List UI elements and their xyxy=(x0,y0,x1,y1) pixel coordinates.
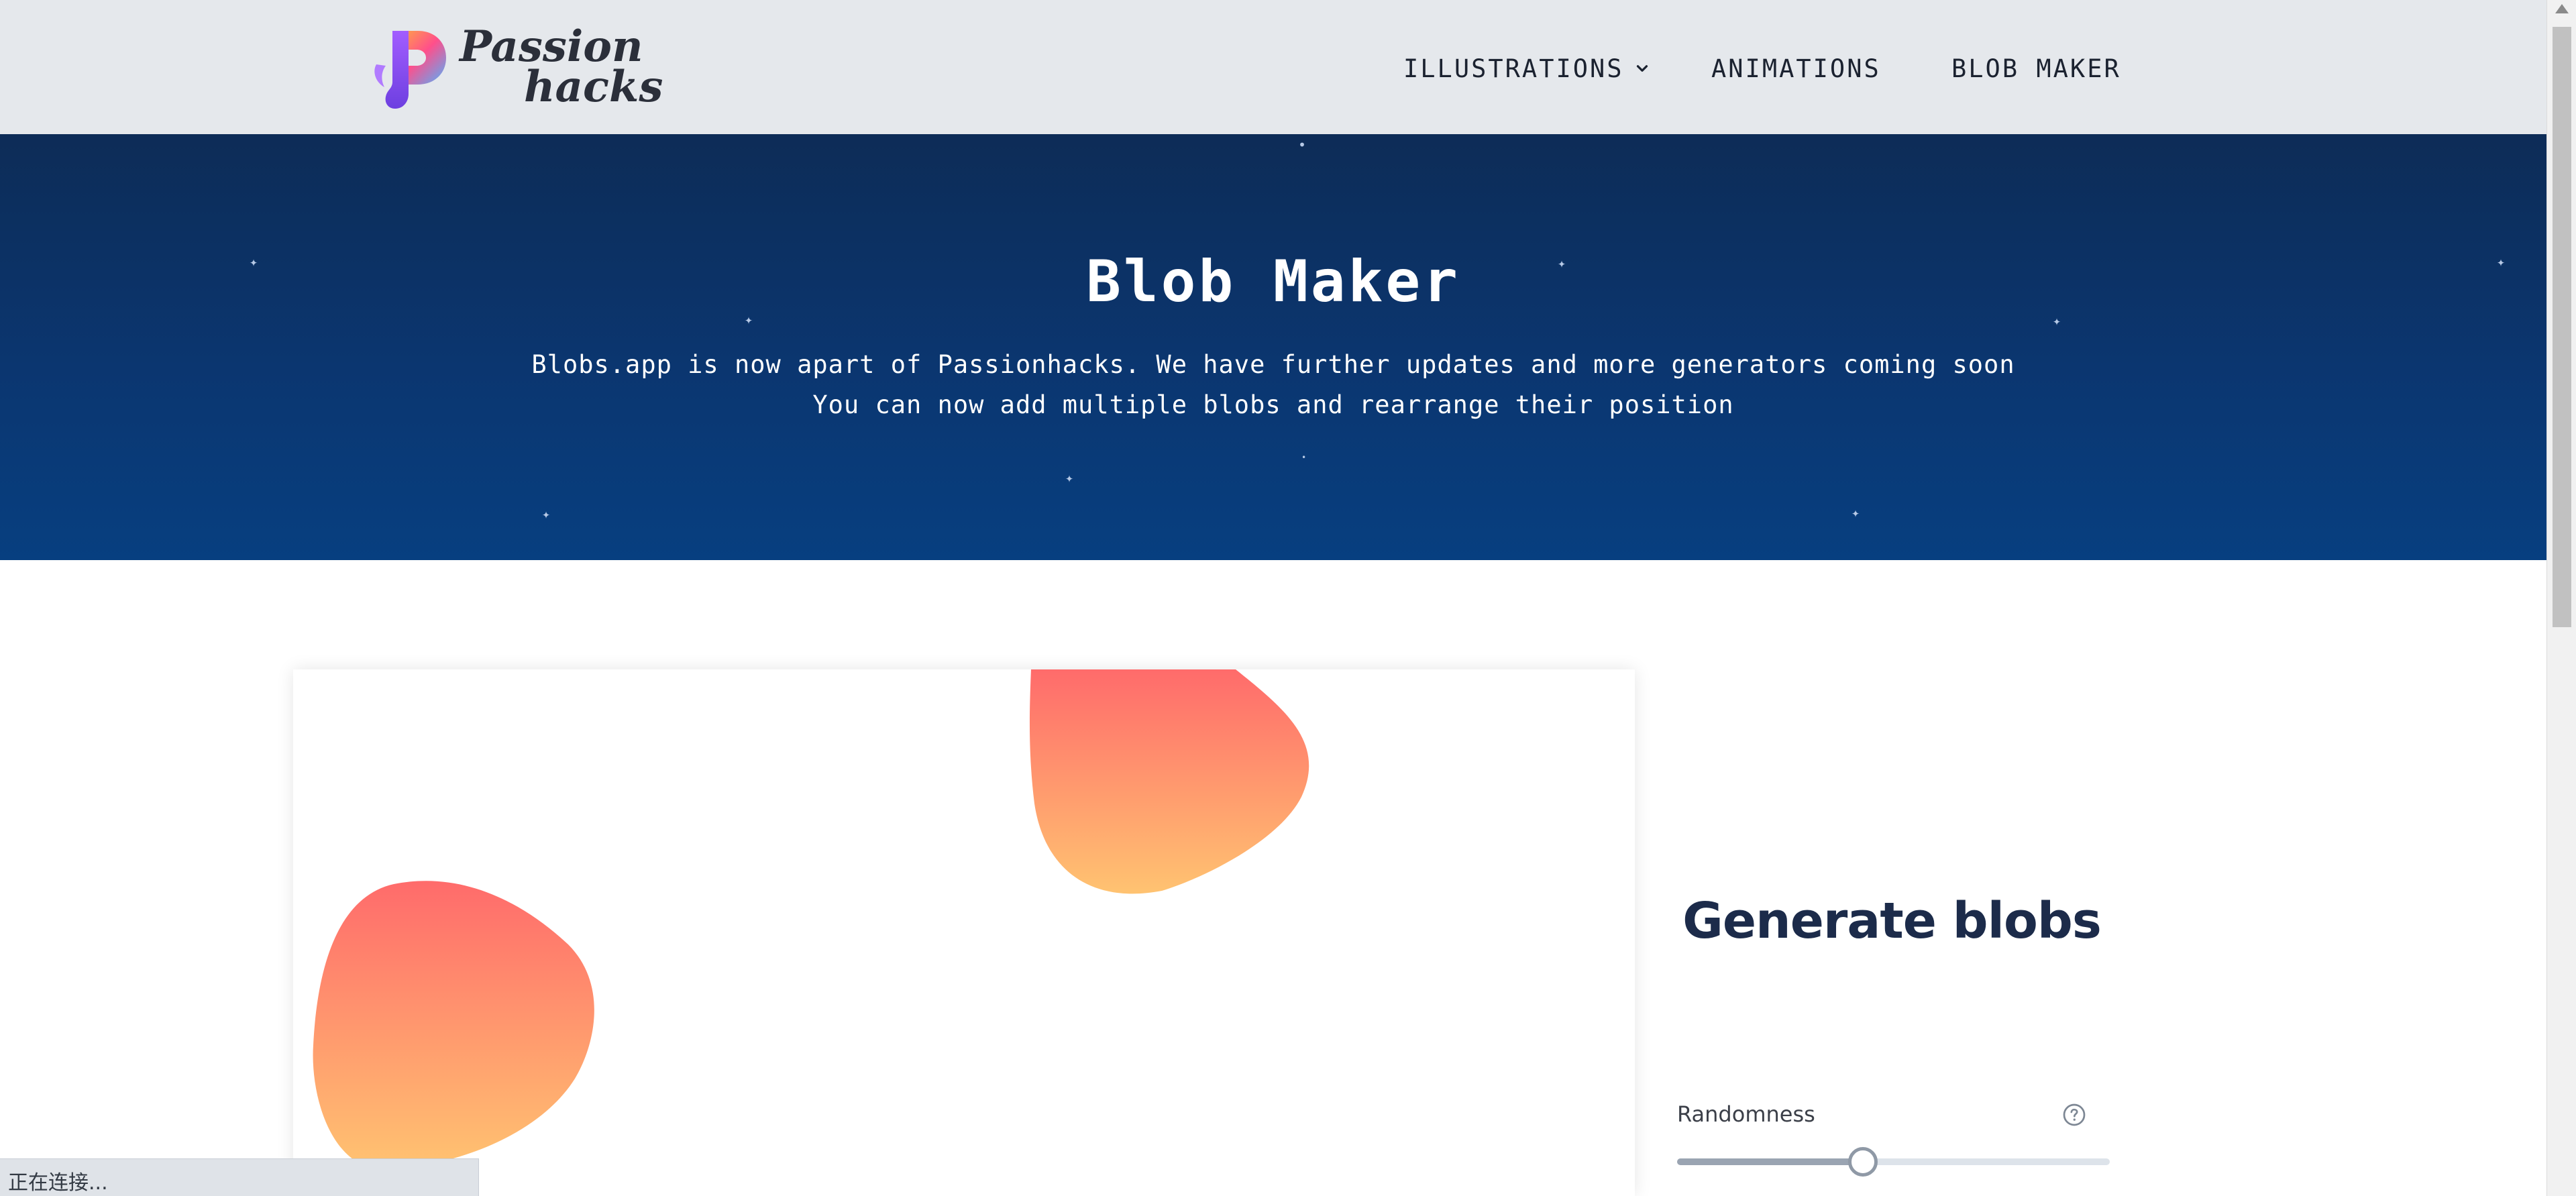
passionhacks-logo-icon[interactable] xyxy=(366,25,453,113)
site-header: Passion hacks ILLUSTRATIONS ANIMATIONS B… xyxy=(0,0,2546,134)
hero-subtitle-line-2: You can now add multiple blobs and rearr… xyxy=(812,390,1734,419)
blob-canvas[interactable] xyxy=(293,669,1635,1196)
hero-subtitle-line-1: Blobs.app is now apart of Passionhacks. … xyxy=(531,350,2015,379)
scroll-up-arrow-icon[interactable] xyxy=(2555,4,2569,13)
logo-wordmark[interactable]: Passion hacks xyxy=(460,23,663,117)
page-title: Blob Maker xyxy=(1086,248,1460,315)
browser-status-bar: 正在连接... xyxy=(0,1158,479,1196)
nav-blob-maker[interactable]: BLOB MAKER xyxy=(1951,52,2121,85)
nav-blob-maker-label: BLOB MAKER xyxy=(1951,54,2121,83)
nav-animations[interactable]: ANIMATIONS xyxy=(1711,52,1881,85)
nav-animations-label: ANIMATIONS xyxy=(1711,54,1881,83)
page-scrollbar[interactable] xyxy=(2546,0,2576,1196)
blob-canvas-svg xyxy=(313,669,1309,1170)
hero-banner: ✦ ✦ • ✦ ✦ ✦ ✦ ✦ ✦ • Blob Maker Blobs.app… xyxy=(0,134,2546,560)
nav-illustrations[interactable]: ILLUSTRATIONS xyxy=(1403,52,1651,85)
help-question-icon[interactable] xyxy=(2062,1103,2086,1127)
slider-thumb[interactable] xyxy=(1848,1147,1878,1177)
scrollbar-thumb[interactable] xyxy=(2553,27,2571,627)
slider-fill xyxy=(1677,1158,1864,1165)
star-decoration: • xyxy=(1298,137,1307,153)
chevron-down-icon xyxy=(1636,65,1648,72)
star-decoration: • xyxy=(1301,453,1307,462)
randomness-slider[interactable] xyxy=(1677,1147,2110,1177)
nav-illustrations-label: ILLUSTRATIONS xyxy=(1403,54,1624,83)
logo-line-2: hacks xyxy=(524,62,663,112)
star-decoration: ✦ xyxy=(2053,313,2061,329)
generate-blobs-heading: Generate blobs xyxy=(1682,892,2102,950)
blob-shape-bottom[interactable] xyxy=(313,881,594,1170)
randomness-label: Randomness xyxy=(1677,1101,1815,1127)
star-decoration: ✦ xyxy=(1065,470,1074,486)
status-text: 正在连接... xyxy=(8,1171,108,1195)
star-decoration: ✦ xyxy=(542,506,551,522)
blob-shape-top[interactable] xyxy=(736,669,1309,894)
star-decoration: ✦ xyxy=(1851,504,1860,521)
